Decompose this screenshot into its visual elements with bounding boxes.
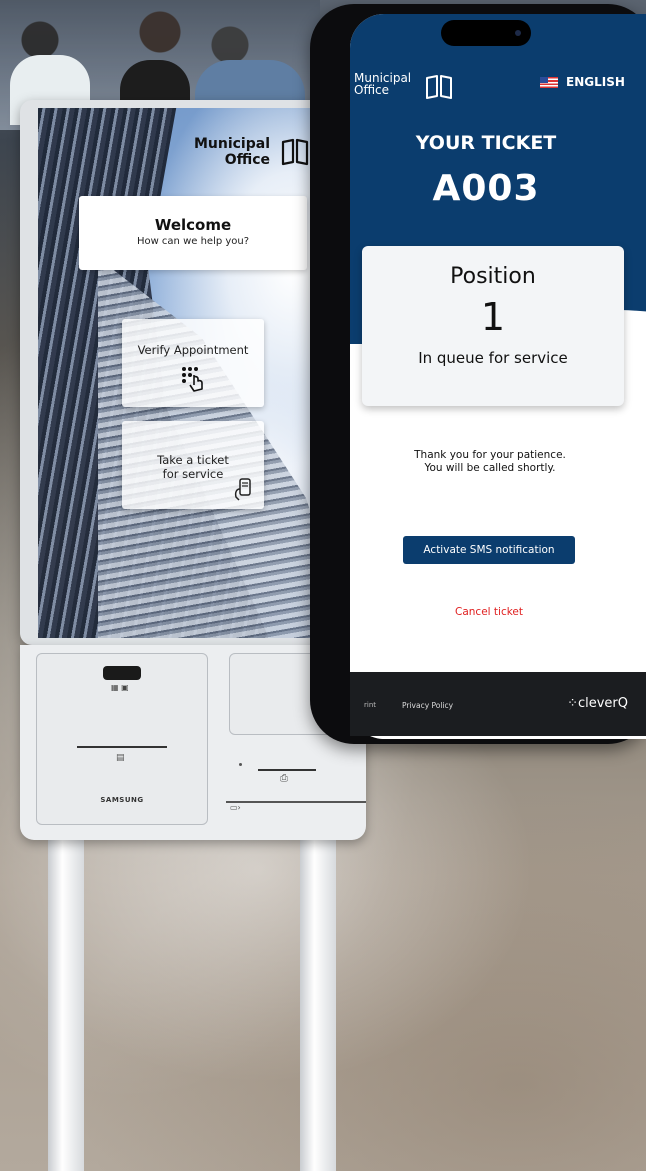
contactless-icon: ▭› [230,803,241,812]
thanks-line1: Thank you for your patience. [414,449,566,461]
phone-logo: Municipal Office [354,70,464,104]
phone-notch [441,20,531,46]
kiosk-logo-line1: Municipal [193,136,270,152]
kiosk-screen: Municipal Office Welcome How can we help… [38,108,356,638]
footer-link-imprint[interactable]: rint [364,701,376,709]
take-ticket-button[interactable]: Take a ticket for service [122,421,264,509]
queue-status: In queue for service [418,349,568,367]
cleverq-icon: ⁘ [567,696,578,711]
ticket-title: YOUR TICKET [415,132,557,154]
qr-scanner-icon [103,666,141,680]
cleverq-logo: ⁘cleverQ [567,696,628,711]
activate-sms-button[interactable]: Activate SMS notification [403,536,575,564]
camera-icon [515,30,521,36]
take-ticket-line1: Take a ticket [157,453,229,467]
position-card: Position 1 In queue for service [362,246,624,406]
kiosk-logo-line2: Office [224,152,270,168]
cancel-ticket-link[interactable]: Cancel ticket [420,606,558,618]
verify-appointment-label: Verify Appointment [137,343,249,357]
receipt-icon: ▤ [116,753,125,763]
phone-footer: rint Privacy Policy ⁘cleverQ [350,672,646,736]
position-value: 1 [480,295,506,339]
qr-code-icon: ▦ ▣ [111,683,129,692]
thanks-line2: You will be called shortly. [424,462,556,474]
phone-ticket-icon [234,478,251,501]
kiosk-brand: SAMSUNG [100,796,144,804]
us-flag-icon [540,76,558,88]
position-label: Position [450,264,536,289]
thanks-message: Thank you for your patience. You will be… [380,449,600,475]
verify-appointment-button[interactable]: Verify Appointment [122,319,264,407]
phone-logo-line2: Office [354,83,390,97]
phone-logo-text: Municipal Office [354,72,411,96]
nfc-slot [226,801,366,803]
book-logo-icon [426,75,452,99]
language-selector[interactable]: ENGLISH [540,74,625,90]
card-icon: ⎙ [280,773,288,784]
ticket-number: A003 [432,168,540,209]
keypad-touch-icon [182,367,203,392]
welcome-subtitle: How can we help you? [136,236,250,247]
welcome-title: Welcome [154,216,232,234]
welcome-panel: Welcome How can we help you? [79,196,307,270]
card-slot [258,769,316,771]
receipt-slot [77,746,167,748]
kiosk-logo-text: Municipal Office [194,136,270,168]
indicator-dot [239,763,242,766]
printer-panel: ▦ ▣ ▤ SAMSUNG [36,653,208,825]
kiosk-logo: Municipal Office [190,136,310,170]
footer-link-privacy[interactable]: Privacy Policy [402,701,453,710]
cleverq-text: cleverQ [577,696,628,711]
book-logo-icon [281,138,309,166]
language-label: ENGLISH [566,75,625,89]
